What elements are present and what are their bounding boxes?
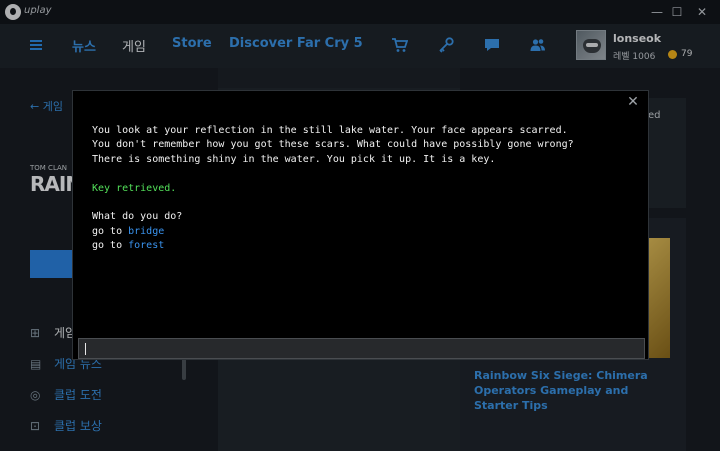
text-adventure-terminal: ✕ You look at your reflection in the sti… bbox=[72, 90, 649, 360]
status-message: Key retrieved. bbox=[92, 182, 177, 194]
story-line: There is something shiny in the water. Y… bbox=[92, 153, 496, 165]
story-line: You look at your reflection in the still… bbox=[92, 125, 568, 136]
story-line: You don't remember how you got these sca… bbox=[92, 139, 574, 151]
prompt-text: What do you do? bbox=[92, 211, 183, 223]
terminal-output: You look at your reflection in the still… bbox=[92, 124, 632, 254]
command-input[interactable] bbox=[79, 339, 644, 358]
close-icon[interactable]: ✕ bbox=[626, 95, 640, 109]
choice-bridge-link[interactable]: bridge bbox=[128, 226, 164, 237]
choice-prefix: go to bbox=[92, 240, 129, 252]
choice-forest-link[interactable]: forest bbox=[128, 240, 164, 251]
command-input-box[interactable] bbox=[78, 338, 645, 359]
uplay-window: uplay — ☐ ✕ 뉴스 게임 Store Discover Far Cry… bbox=[0, 0, 720, 451]
text-caret bbox=[85, 343, 86, 355]
choice-prefix: go to bbox=[92, 225, 129, 237]
